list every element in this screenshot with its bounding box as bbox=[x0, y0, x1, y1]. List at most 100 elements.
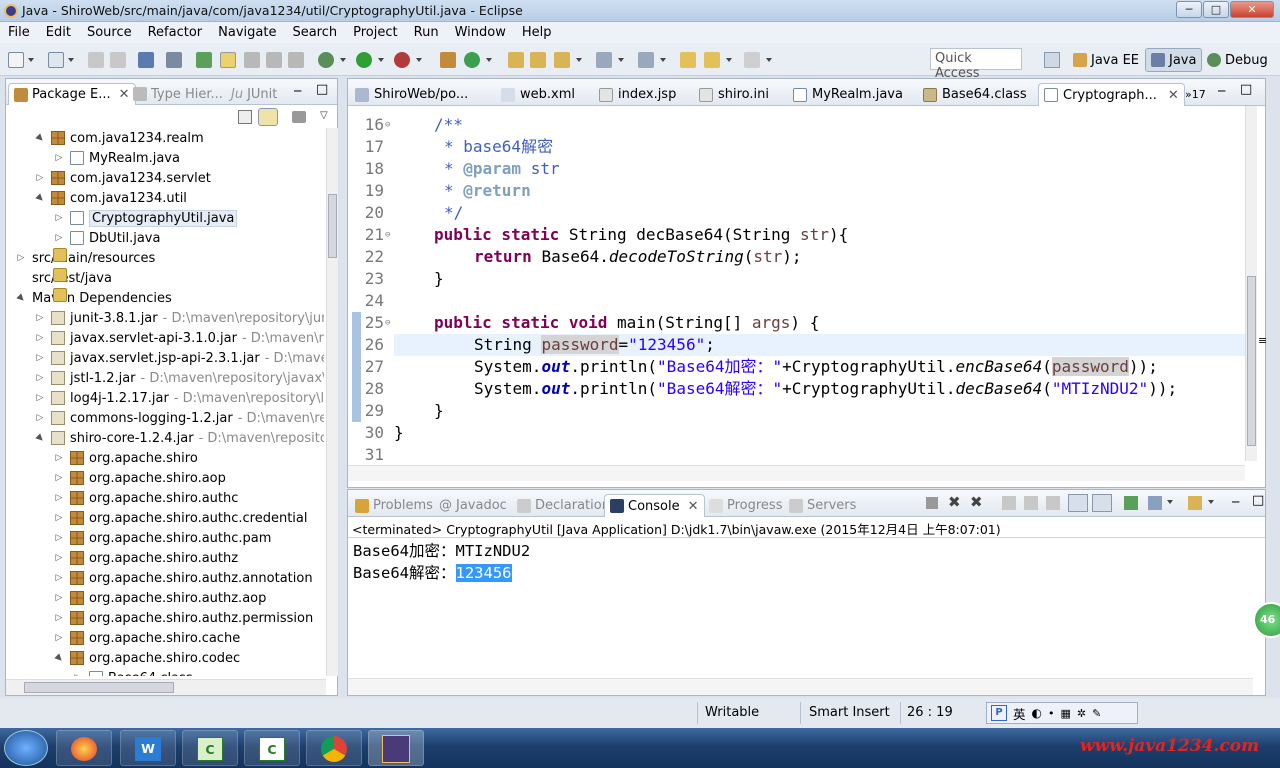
minimize-editor-icon[interactable]: ─ bbox=[1218, 84, 1225, 98]
tree-item[interactable]: ▷ org.apache.shiro.authz.annotation bbox=[54, 568, 313, 588]
collapsed-arrow-icon[interactable]: ▷ bbox=[54, 593, 64, 603]
dot-icon[interactable]: • bbox=[1048, 707, 1055, 720]
show-whitespace-icon[interactable] bbox=[244, 52, 260, 68]
menu-edit[interactable]: Edit bbox=[38, 25, 79, 40]
code-line[interactable]: 19 * @return bbox=[348, 180, 1248, 202]
tab-console[interactable]: Console ✕ bbox=[604, 494, 705, 517]
keyboard-icon[interactable]: ▦ bbox=[1061, 707, 1071, 720]
tab-index-jsp[interactable]: index.jsp bbox=[594, 83, 681, 106]
menu-file[interactable]: File bbox=[0, 25, 38, 40]
save-icon[interactable] bbox=[88, 52, 104, 68]
ime-logo-icon[interactable]: P bbox=[991, 705, 1007, 721]
fold-icon[interactable]: ⊖ bbox=[385, 312, 390, 334]
collapsed-arrow-icon[interactable]: ▷ bbox=[54, 613, 64, 623]
console-icon[interactable] bbox=[138, 52, 154, 68]
perspective-debug[interactable]: Debug bbox=[1202, 48, 1273, 72]
maximize-editor-icon[interactable]: □ bbox=[1240, 82, 1252, 97]
menu-help[interactable]: Help bbox=[514, 25, 560, 40]
skip-breakpoints-icon[interactable] bbox=[166, 52, 182, 68]
collapsed-arrow-icon[interactable]: ▷ bbox=[54, 453, 64, 463]
moon-icon[interactable]: ◐ bbox=[1032, 706, 1042, 720]
fold-icon[interactable]: ⊖ bbox=[385, 114, 390, 136]
tree-item[interactable]: ▷ Base64.class bbox=[73, 668, 193, 676]
tab-problems[interactable]: Problems bbox=[350, 494, 438, 517]
tree-item[interactable]: ▷ org.apache.shiro.authz.permission bbox=[54, 608, 314, 628]
tree-item[interactable]: ▷ src/main/resources bbox=[16, 248, 155, 268]
toggle-mark-icon[interactable] bbox=[220, 52, 236, 68]
tree-item[interactable]: ▷ org.apache.shiro.cache bbox=[54, 628, 241, 648]
tree-vertical-scrollbar[interactable] bbox=[326, 128, 338, 676]
show-stdout-icon[interactable] bbox=[1068, 494, 1088, 512]
collapsed-arrow-icon[interactable]: ▷ bbox=[35, 413, 45, 423]
tab-declaration[interactable]: Declaration bbox=[512, 494, 615, 517]
collapsed-arrow-icon[interactable]: ▷ bbox=[35, 333, 45, 343]
save-all-icon[interactable] bbox=[110, 52, 126, 68]
menu-run[interactable]: Run bbox=[406, 25, 447, 40]
run-icon[interactable] bbox=[356, 52, 372, 68]
code-line[interactable]: 27 System.out.println("Base64加密："+Cryptog… bbox=[348, 356, 1248, 378]
quick-access-input[interactable]: Quick Access bbox=[930, 48, 1022, 81]
collapsed-arrow-icon[interactable]: ▷ bbox=[54, 233, 64, 243]
editor-horizontal-scrollbar[interactable] bbox=[348, 465, 1245, 481]
tree-item[interactable]: ▷ javax.servlet-api-3.1.0.jar - D:\maven\r… bbox=[35, 328, 324, 348]
menu-search[interactable]: Search bbox=[284, 25, 345, 40]
floating-badge[interactable]: 46 bbox=[1253, 602, 1280, 638]
open-type-icon[interactable] bbox=[196, 52, 212, 68]
tree-item[interactable]: ▲ org.apache.shiro.codec bbox=[53, 648, 240, 668]
collapsed-arrow-icon[interactable]: ▷ bbox=[54, 153, 64, 163]
code-line[interactable]: 30} bbox=[348, 422, 1248, 444]
tree-item[interactable]: ▷ org.apache.shiro.authc.pam bbox=[54, 528, 272, 548]
minimize-console-icon[interactable]: ─ bbox=[1232, 495, 1239, 509]
prev-annotation-icon[interactable] bbox=[638, 52, 654, 68]
tree-scroll-thumb[interactable] bbox=[328, 194, 337, 258]
perspective-javaee[interactable]: Java EE bbox=[1068, 48, 1144, 72]
code-line[interactable]: 25 ⊖ public static void main(String[] args… bbox=[348, 312, 1248, 334]
collapsed-arrow-icon[interactable]: ▷ bbox=[54, 493, 64, 503]
close-button[interactable]: ✕ bbox=[1230, 1, 1274, 18]
maximize-console-icon[interactable]: □ bbox=[1252, 493, 1264, 508]
collapsed-arrow-icon[interactable]: ▷ bbox=[54, 473, 64, 483]
maximize-button[interactable]: □ bbox=[1203, 1, 1229, 18]
tree-item[interactable]: ▷ DbUtil.java bbox=[54, 228, 161, 248]
tree-item[interactable]: ▷ org.apache.shiro.authc bbox=[54, 488, 239, 508]
show-stderr-icon[interactable] bbox=[1092, 494, 1112, 512]
view-menu-icon[interactable]: ▽ bbox=[320, 110, 328, 121]
tree-item[interactable]: ▷ org.apache.shiro.authz bbox=[54, 548, 239, 568]
tree-item[interactable]: ▷ com.java1234.servlet bbox=[35, 168, 211, 188]
tab-shiro-ini[interactable]: shiro.ini bbox=[694, 83, 774, 106]
close-icon[interactable]: ✕ bbox=[688, 499, 699, 514]
pilcrow-icon[interactable] bbox=[288, 52, 304, 68]
tab-servers[interactable]: Servers bbox=[784, 494, 861, 517]
tab-package-explorer[interactable]: Package E... ✕ bbox=[8, 83, 136, 105]
tree-hscroll-thumb[interactable] bbox=[24, 682, 174, 693]
external-tools-icon[interactable] bbox=[394, 52, 410, 68]
code-line[interactable]: 21 ⊖ public static String decBase64(String… bbox=[348, 224, 1248, 246]
expanded-arrow-icon[interactable]: ▲ bbox=[33, 191, 47, 205]
tree-item[interactable]: ▷ org.apache.shiro.authc.credential bbox=[54, 508, 308, 528]
collapsed-arrow-icon[interactable]: ▷ bbox=[16, 253, 26, 263]
maximize-view-icon[interactable]: □ bbox=[316, 82, 328, 97]
taskbar-camtasia-1[interactable]: C bbox=[182, 730, 238, 766]
pin-console-icon[interactable] bbox=[1124, 496, 1138, 510]
scroll-lock-icon[interactable] bbox=[1024, 496, 1038, 510]
console-output-line[interactable]: Base64解密：123456 bbox=[353, 561, 512, 583]
menu-navigate[interactable]: Navigate bbox=[210, 25, 284, 40]
start-button[interactable] bbox=[4, 730, 48, 766]
collapsed-arrow-icon[interactable]: ▷ bbox=[35, 173, 45, 183]
expanded-arrow-icon[interactable]: ▲ bbox=[33, 131, 47, 145]
tab-progress[interactable]: Progress bbox=[704, 494, 787, 517]
tree-item[interactable]: ▷ jstl-1.2.jar - D:\maven\repository\javax… bbox=[35, 368, 324, 388]
taskbar-camtasia-2[interactable]: C bbox=[244, 730, 300, 766]
collapsed-arrow-icon[interactable]: ▷ bbox=[35, 373, 45, 383]
minimize-button[interactable]: ─ bbox=[1176, 1, 1202, 18]
code-line[interactable]: 31 bbox=[348, 444, 1248, 466]
collapsed-arrow-icon[interactable]: ▷ bbox=[54, 533, 64, 543]
code-line[interactable]: 26 String password="123456"; bbox=[348, 334, 1248, 356]
open-folder-icon[interactable] bbox=[508, 52, 524, 68]
tab-myrealm[interactable]: MyRealm.java bbox=[788, 83, 908, 106]
back-icon[interactable] bbox=[680, 52, 696, 68]
code-line[interactable]: 22 return Base64.decodeToString(str); bbox=[348, 246, 1248, 268]
more-tabs[interactable]: »17 bbox=[1180, 83, 1211, 106]
tree-item[interactable]: ▲ shiro-core-1.2.4.jar - D:\maven\reposito… bbox=[34, 428, 324, 448]
tree-item[interactable]: ▲ com.java1234.realm bbox=[33, 128, 204, 148]
